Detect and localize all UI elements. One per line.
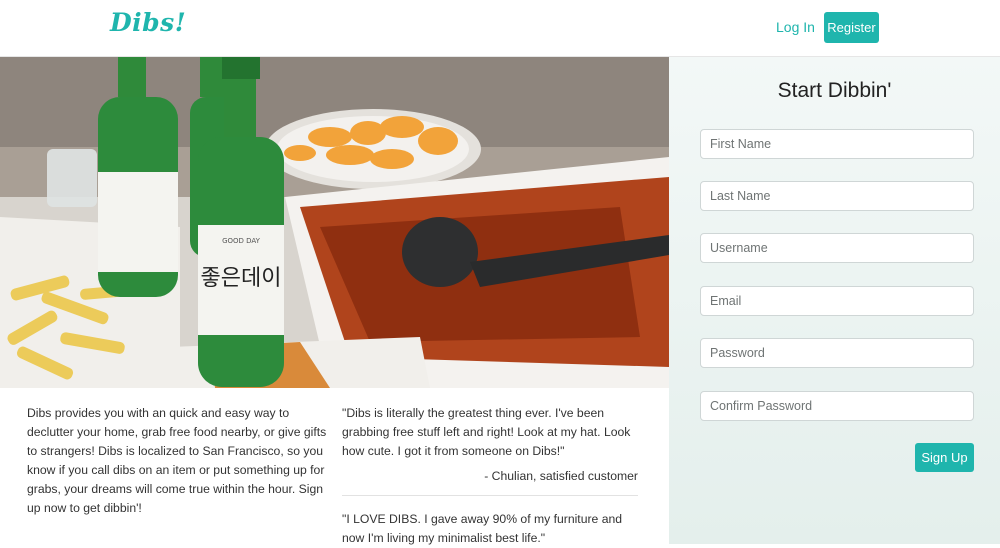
navbar: Dibs! Log In Register: [0, 0, 1000, 57]
testimonial-author: - Chulian, satisfied customer: [484, 469, 638, 483]
sign-up-button[interactable]: Sign Up: [915, 443, 974, 472]
email-field[interactable]: [700, 286, 974, 316]
bottle-label: 좋은데이: [201, 266, 282, 291]
last-name-field[interactable]: [700, 181, 974, 211]
testimonials: "Dibs is literally the greatest thing ev…: [342, 404, 638, 548]
first-name-field[interactable]: [700, 129, 974, 159]
register-button[interactable]: Register: [824, 12, 879, 43]
bottle-brand: GOOD DAY: [222, 237, 261, 245]
hero-image: 좋은데이 GOOD DAY: [0, 57, 669, 388]
signup-title: Start Dibbin': [777, 79, 892, 102]
about-text: Dibs provides you with an quick and easy…: [27, 406, 327, 515]
signup-panel: Start Dibbin' Sign Up: [669, 57, 1000, 544]
logo[interactable]: Dibs!: [110, 8, 186, 37]
username-field[interactable]: [700, 233, 974, 263]
login-link[interactable]: Log In: [776, 19, 815, 35]
testimonial-quote: "I LOVE DIBS. I gave away 90% of my furn…: [342, 512, 623, 545]
testimonial-quote: "Dibs is literally the greatest thing ev…: [342, 406, 631, 458]
password-field[interactable]: [700, 338, 974, 368]
divider: [342, 495, 638, 496]
confirm-password-field[interactable]: [700, 391, 974, 421]
